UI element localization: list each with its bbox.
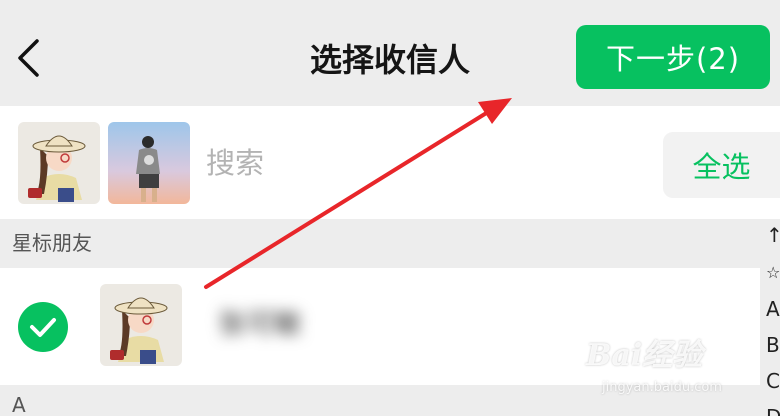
index-item-b[interactable]: B [766, 333, 780, 357]
select-all-button[interactable]: 全选 [663, 132, 780, 198]
index-item-star[interactable]: ☆ [766, 261, 780, 285]
index-item-c[interactable]: C [766, 369, 780, 393]
index-item-d[interactable]: D [766, 405, 780, 416]
checkmark-icon [30, 318, 56, 337]
watermark: Bai经验 jingyan.baidu.com [586, 330, 746, 410]
index-item-a[interactable]: A [766, 297, 780, 321]
selected-contact-avatar[interactable] [18, 122, 100, 204]
avatar-image [100, 284, 182, 366]
watermark-url: jingyan.baidu.com [602, 380, 722, 395]
alphabet-index-bar[interactable]: ↑ ☆ A B C D [762, 219, 780, 416]
checkbox-checked[interactable] [18, 302, 68, 352]
avatar-image [108, 122, 190, 204]
selected-contact-avatar[interactable] [108, 122, 190, 204]
contact-avatar [100, 284, 182, 366]
avatar-image [18, 122, 100, 204]
next-step-button[interactable]: 下一步(2) [576, 25, 770, 89]
index-item-top[interactable]: ↑ [766, 223, 780, 247]
contact-name: 张可敏 [218, 307, 303, 340]
top-bar: 选择收信人 下一步(2) [0, 0, 780, 106]
section-header-starred: 星标朋友 [12, 231, 92, 255]
search-input[interactable] [206, 136, 626, 190]
selected-search-row: 全选 [0, 106, 780, 219]
watermark-logo: Bai经验 [586, 338, 703, 373]
